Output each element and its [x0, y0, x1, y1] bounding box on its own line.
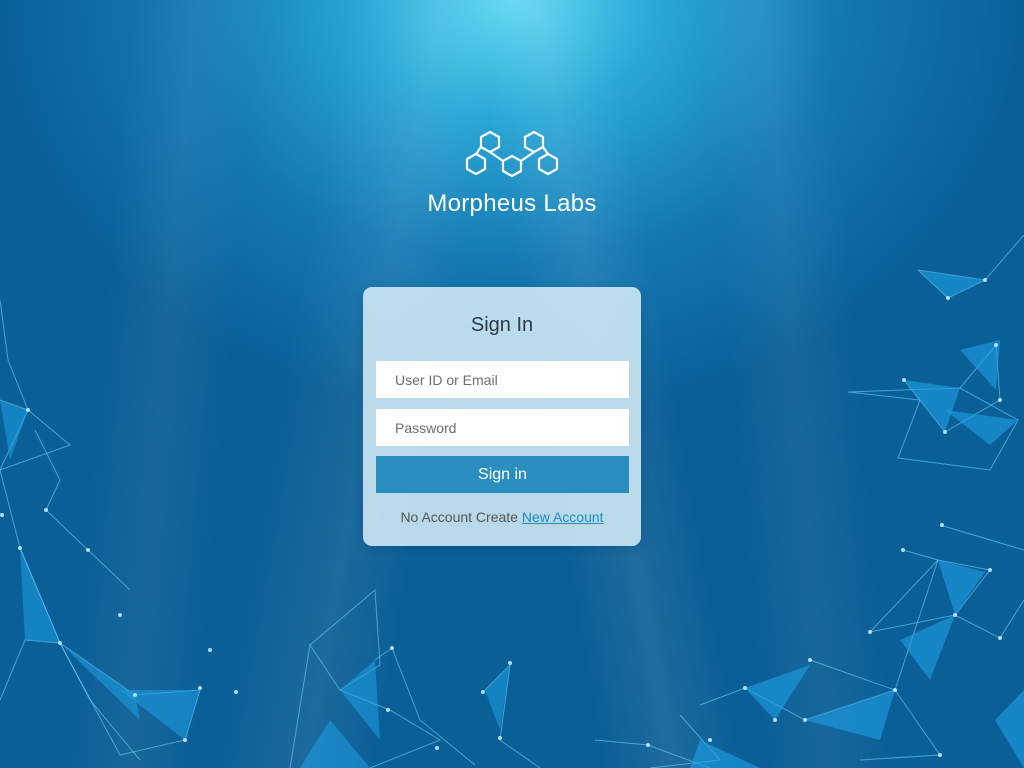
user-id-input[interactable] — [376, 361, 629, 398]
signin-button[interactable]: Sign in — [376, 456, 629, 493]
brand-logo: Morpheus Labs — [0, 128, 1024, 218]
signin-card: Sign In Sign in No Account Create New Ac… — [363, 287, 641, 546]
hexagon-molecule-icon — [465, 130, 559, 178]
signin-title: Sign In — [470, 314, 534, 336]
no-account-text: No Account Create — [400, 509, 518, 525]
create-account-row: No Account Create New Account — [363, 509, 641, 525]
password-input[interactable] — [376, 409, 629, 446]
brand-name: Morpheus Labs — [427, 190, 597, 217]
new-account-link[interactable]: New Account — [522, 509, 604, 525]
